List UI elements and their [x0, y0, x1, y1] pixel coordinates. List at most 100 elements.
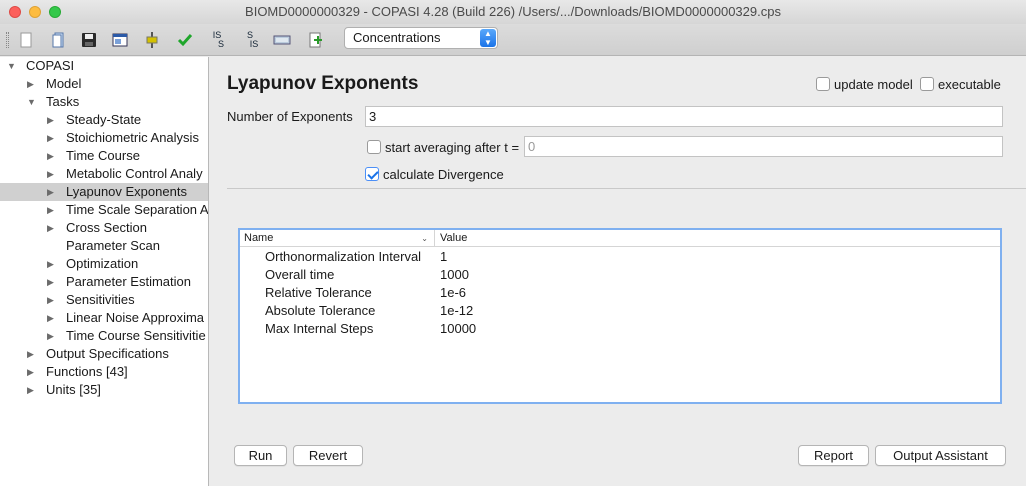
chevron-down-icon[interactable]: ▼ [7, 57, 16, 75]
quantity-unit-value: Concentrations [353, 30, 441, 45]
parameter-value[interactable]: 1e-12 [440, 302, 473, 320]
tree-item-label: Steady-State [66, 112, 142, 127]
tree-item-copasi[interactable]: ▼ COPASI [0, 57, 208, 75]
chevron-right-icon[interactable]: ▶ [27, 381, 34, 399]
chevron-right-icon[interactable]: ▶ [47, 129, 54, 147]
tree-item-label: Time Course [66, 148, 140, 163]
is-s-icon[interactable]: IS S [205, 29, 229, 51]
chevron-updown-icon: ▲ ▼ [480, 29, 496, 47]
slider-icon[interactable] [140, 29, 164, 51]
tree-item[interactable]: ▶ Model [0, 75, 208, 93]
open-file-icon[interactable] [47, 29, 71, 51]
chevron-right-icon[interactable]: ▶ [27, 345, 34, 363]
title-bar: BIOMD0000000329 - COPASI 4.28 (Build 226… [0, 0, 1026, 24]
tree-item[interactable]: ▶ Steady-State [0, 111, 208, 129]
tree-item[interactable]: ▶ Optimization [0, 255, 208, 273]
zoom-window-button[interactable] [49, 6, 61, 18]
table-row[interactable]: Max Internal Steps 10000 [240, 320, 1000, 338]
parameter-value[interactable]: 1000 [440, 266, 469, 284]
parameter-name: Relative Tolerance [265, 285, 372, 300]
revert-button[interactable]: Revert [293, 445, 363, 466]
tree-item-label: Output Specifications [46, 346, 169, 361]
table-row[interactable]: Overall time 1000 [240, 266, 1000, 284]
chevron-right-icon[interactable]: ▶ [47, 255, 54, 273]
tree-item[interactable]: ▶ Linear Noise Approxima [0, 309, 208, 327]
chevron-right-icon[interactable]: ▶ [27, 363, 34, 381]
new-file-icon[interactable] [14, 29, 38, 51]
update-model-checkbox[interactable] [816, 77, 830, 91]
tree-item-label: Cross Section [66, 220, 147, 235]
num-exponents-input[interactable]: 3 [365, 106, 1003, 127]
save-icon[interactable] [77, 29, 101, 51]
method-parameters-table[interactable]: Name ⌄ Value Orthonormalization Interval… [238, 228, 1002, 404]
parameter-value[interactable]: 10000 [440, 320, 476, 338]
main-toolbar: IS S S IS Concentrations ▲ ▼ [0, 24, 1026, 56]
chevron-down-icon[interactable]: ▼ [27, 93, 36, 111]
chevron-right-icon[interactable]: ▶ [47, 309, 54, 327]
chevron-right-icon[interactable]: ▶ [27, 75, 34, 93]
parameter-name: Overall time [265, 267, 335, 282]
quantity-unit-select[interactable]: Concentrations ▲ ▼ [344, 27, 498, 49]
s-is-icon[interactable]: S IS [238, 29, 262, 51]
tree-item[interactable]: ▶ Output Specifications [0, 345, 208, 363]
minimize-window-button[interactable] [29, 6, 41, 18]
tree-item-label: Tasks [46, 94, 80, 109]
run-button[interactable]: Run [234, 445, 287, 466]
parameter-name: Orthonormalization Interval [265, 249, 422, 264]
chevron-right-icon[interactable]: ▶ [47, 327, 54, 345]
chevron-right-icon[interactable]: ▶ [47, 183, 54, 201]
parameter-value[interactable]: 1 [440, 248, 447, 266]
chevron-right-icon[interactable]: ▶ [47, 165, 54, 183]
tree-item-label: Sensitivities [66, 292, 135, 307]
tree-item[interactable]: ▶ Units [35] [0, 381, 208, 399]
screenshot-icon[interactable] [108, 29, 132, 51]
start-averaging-input[interactable]: 0 [524, 136, 1003, 157]
chevron-right-icon[interactable]: ▶ [47, 111, 54, 129]
column-header-name[interactable]: Name ⌄ [240, 230, 435, 247]
chevron-right-icon[interactable]: ▶ [47, 219, 54, 237]
add-page-icon[interactable] [303, 29, 327, 51]
close-window-button[interactable] [9, 6, 21, 18]
chevron-right-icon[interactable]: ▶ [47, 273, 54, 291]
page-title: Lyapunov Exponents [227, 73, 419, 94]
tree-item-label: Lyapunov Exponents [66, 184, 187, 199]
tree-item[interactable]: ▶ Parameter Estimation [0, 273, 208, 291]
toolbar-grip[interactable] [6, 32, 9, 48]
tree-item[interactable]: ▶ Time Scale Separation A [0, 201, 208, 219]
tree-item[interactable]: ▶ Time Course Sensitivitie [0, 327, 208, 345]
chevron-right-icon[interactable]: ▶ [47, 147, 54, 165]
tree-item[interactable]: ▶ Metabolic Control Analy [0, 165, 208, 183]
tree-item[interactable]: ▶ Sensitivities [0, 291, 208, 309]
task-panel: Lyapunov Exponents update model executab… [210, 57, 1026, 486]
object-tree[interactable]: ▼ COPASI ▶ Model ▼ Tasks ▶ Steady-State ▶ Stoic… [0, 57, 209, 486]
executable-checkbox[interactable] [920, 77, 934, 91]
table-row[interactable]: Orthonormalization Interval 1 [240, 248, 1000, 266]
tree-item-label: Parameter Scan [66, 238, 160, 253]
tree-item[interactable]: ▶ Lyapunov Exponents [0, 183, 208, 201]
tree-item[interactable]: ▶ Time Course [0, 147, 208, 165]
tree-item[interactable]: Parameter Scan [0, 237, 208, 255]
output-assistant-button[interactable]: Output Assistant [875, 445, 1006, 466]
tree-item[interactable]: ▶ Functions [43] [0, 363, 208, 381]
tree-item-label: Linear Noise Approxima [66, 310, 205, 325]
start-averaging-label: start averaging after t = [385, 140, 520, 155]
tree-item-label: Parameter Estimation [66, 274, 191, 289]
tree-item-label: Functions [43] [46, 364, 128, 379]
tree-item[interactable]: ▼ Tasks [0, 93, 208, 111]
table-header: Name ⌄ Value [240, 230, 1000, 247]
report-button[interactable]: Report [798, 445, 869, 466]
check-icon[interactable] [173, 29, 197, 51]
table-row[interactable]: Absolute Tolerance 1e-12 [240, 302, 1000, 320]
num-exponents-label: Number of Exponents [227, 109, 353, 124]
calc-divergence-checkbox[interactable] [365, 167, 379, 181]
chevron-right-icon[interactable]: ▶ [47, 291, 54, 309]
table-row[interactable]: Relative Tolerance 1e-6 [240, 284, 1000, 302]
chevron-right-icon[interactable]: ▶ [47, 201, 54, 219]
tree-item-label: Metabolic Control Analy [66, 166, 203, 181]
tree-item[interactable]: ▶ Cross Section [0, 219, 208, 237]
parameter-value[interactable]: 1e-6 [440, 284, 466, 302]
start-averaging-checkbox[interactable] [367, 140, 381, 154]
tree-item[interactable]: ▶ Stoichiometric Analysis [0, 129, 208, 147]
sbw-icon[interactable] [270, 29, 294, 51]
column-header-value[interactable]: Value [436, 230, 467, 247]
